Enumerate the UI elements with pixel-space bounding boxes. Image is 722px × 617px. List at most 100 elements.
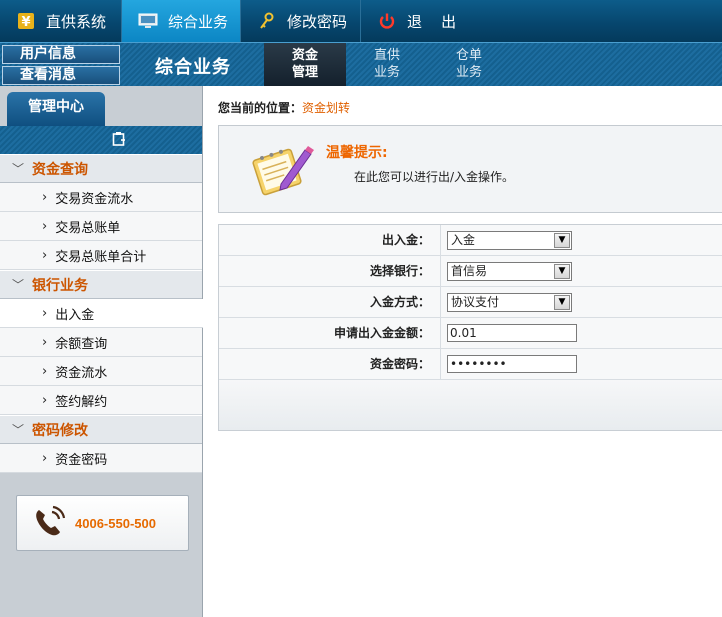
tab-warehouse-line2: 业务	[455, 65, 482, 80]
hotline-box: 4006-550-500	[16, 495, 189, 551]
form-row-method: 入金方式： 协议支付 ▼	[219, 287, 722, 318]
sidebar-item-deposit-withdraw[interactable]: › 出入金	[0, 299, 203, 328]
breadcrumb: 您当前的位置：资金划转	[218, 99, 350, 116]
nav-direct-supply[interactable]: ¥ 直供系统	[0, 0, 122, 42]
nav-change-password[interactable]: 修改密码	[241, 0, 361, 42]
collapse-icon[interactable]	[112, 131, 126, 150]
dropdown-arrow-icon[interactable]: ▼	[554, 294, 570, 310]
select-value: 入金	[451, 232, 476, 247]
form-value-cell: 入金 ▼	[441, 225, 722, 255]
tip-text: 在此您可以进行出/入金操作。	[354, 170, 515, 184]
sidebar-item-label: 交易总账单合计	[55, 249, 147, 265]
nav-integrated-business[interactable]: 综合业务	[122, 0, 241, 42]
form-row-password: 资金密码： ••••••••	[219, 349, 722, 380]
chevron-right-icon: ›	[42, 392, 48, 408]
form-label: 入金方式：	[219, 287, 441, 317]
chevron-right-icon: ›	[42, 305, 48, 321]
sidebar-item-label: 余额查询	[55, 336, 108, 352]
form-value-cell: ••••••••	[441, 349, 722, 379]
select-value: 首信易	[451, 263, 488, 278]
breadcrumb-current[interactable]: 资金划转	[302, 101, 350, 115]
form-label: 申请出入金金额：	[219, 318, 441, 348]
form-actions-area	[219, 380, 722, 430]
sidebar-item-label: 交易总账单	[55, 220, 121, 236]
sidebar-item-trade-statement-total[interactable]: › 交易总账单合计	[0, 241, 202, 270]
form-value-cell: 0.01	[441, 318, 722, 348]
select-value: 协议支付	[451, 294, 500, 309]
tab-direct-supply-line2: 业务	[373, 65, 400, 80]
sidebar-item-sign-unsign[interactable]: › 签约解约	[0, 386, 202, 415]
chevron-right-icon: ›	[42, 247, 48, 263]
dropdown-arrow-icon[interactable]: ▼	[554, 232, 570, 248]
tab-fund-management[interactable]: 资金 管理	[264, 43, 346, 86]
dropdown-arrow-icon[interactable]: ▼	[554, 263, 570, 279]
chevron-down-icon: ﹀	[12, 162, 25, 176]
tab-warehouse-receipt-business[interactable]: 仓单 业务	[428, 43, 510, 86]
sidebar-item-fund-password[interactable]: › 资金密码	[0, 444, 202, 473]
form-row-bank: 选择银行： 首信易 ▼	[219, 256, 722, 287]
monitor-icon	[138, 11, 158, 31]
sidebar-item-label: 资金流水	[55, 365, 108, 381]
view-messages-button[interactable]: 查看消息	[2, 66, 120, 85]
tab-warehouse-line1: 仓单	[455, 48, 482, 63]
form-label: 出入金：	[219, 225, 441, 255]
nav-direct-supply-label: 直供系统	[46, 12, 107, 31]
chevron-right-icon: ›	[42, 334, 48, 350]
sidebar-item-trade-fund-flow[interactable]: › 交易资金流水	[0, 183, 202, 212]
sidebar-toolbar	[0, 126, 202, 154]
yuan-icon: ¥	[16, 11, 36, 31]
chevron-down-icon: ﹀	[12, 278, 25, 292]
transfer-form: 出入金： 入金 ▼ 选择银行： 首信易 ▼ 入金方式： 协议支付 ▼ 申请出入金…	[218, 224, 722, 431]
sidebar-tabbar: 管理中心	[0, 86, 202, 126]
sidebar: 管理中心 ﹀ 资金查询 › 交易资金流水 › 交易总账单 › 交易总账单合计 ﹀…	[0, 86, 203, 617]
form-label: 选择银行：	[219, 256, 441, 286]
sidebar-item-label: 资金密码	[55, 452, 108, 468]
phone-icon	[31, 504, 67, 543]
power-icon	[377, 11, 397, 31]
sidebar-item-trade-statement[interactable]: › 交易总账单	[0, 212, 202, 241]
form-label: 资金密码：	[219, 349, 441, 379]
sidebar-group-label: 银行业务	[32, 277, 89, 294]
form-row-direction: 出入金： 入金 ▼	[219, 225, 722, 256]
chevron-right-icon: ›	[42, 218, 48, 234]
sidebar-item-label: 签约解约	[55, 394, 108, 410]
sidebar-group-fund-query[interactable]: ﹀ 资金查询	[0, 154, 202, 183]
key-icon	[257, 11, 277, 31]
nav-logout[interactable]: 退 出	[361, 0, 481, 42]
hotline-number: 4006-550-500	[75, 515, 156, 531]
chevron-right-icon: ›	[42, 450, 48, 466]
tip-title: 温馨提示:	[326, 145, 388, 161]
bank-select[interactable]: 首信易 ▼	[447, 261, 572, 281]
form-value-cell: 首信易 ▼	[441, 256, 722, 286]
form-value-cell: 协议支付 ▼	[441, 287, 722, 317]
sidebar-group-label: 密码修改	[32, 422, 89, 439]
sidebar-group-label: 资金查询	[32, 161, 89, 178]
form-row-amount: 申请出入金金额： 0.01	[219, 318, 722, 349]
tip-box: 温馨提示: 在此您可以进行出/入金操作。	[218, 125, 722, 213]
chevron-right-icon: ›	[42, 363, 48, 379]
amount-input[interactable]: 0.01	[447, 324, 577, 342]
sidebar-item-label: 出入金	[55, 307, 95, 323]
direction-select[interactable]: 入金 ▼	[447, 230, 572, 250]
chevron-right-icon: ›	[42, 189, 48, 205]
sidebar-group-password-change[interactable]: ﹀ 密码修改	[0, 415, 202, 444]
tab-fund-management-line1: 资金	[291, 48, 318, 63]
breadcrumb-label: 您当前的位置：	[218, 101, 303, 115]
sidebar-group-bank-business[interactable]: ﹀ 银行业务	[0, 270, 202, 299]
top-nav: ¥ 直供系统 综合业务 修改密码 退 出	[0, 0, 722, 42]
tab-direct-supply-line1: 直供	[373, 48, 400, 63]
deposit-method-select[interactable]: 协议支付 ▼	[447, 292, 572, 312]
user-info-button[interactable]: 用户信息	[2, 45, 120, 64]
chevron-down-icon: ﹀	[12, 423, 25, 437]
tab-direct-supply-business[interactable]: 直供 业务	[346, 43, 428, 86]
management-center-tab[interactable]: 管理中心	[7, 92, 105, 126]
sidebar-item-fund-flow[interactable]: › 资金流水	[0, 357, 202, 386]
sidebar-item-balance-query[interactable]: › 余额查询	[0, 328, 202, 357]
tab-fund-management-line2: 管理	[291, 65, 318, 80]
svg-text:¥: ¥	[21, 15, 30, 30]
nav-logout-label: 退 出	[407, 12, 457, 31]
fund-password-input[interactable]: ••••••••	[447, 355, 577, 373]
notepad-pencil-icon	[247, 140, 317, 203]
section-title: 综合业务	[155, 57, 231, 78]
sidebar-item-label: 交易资金流水	[55, 191, 134, 207]
